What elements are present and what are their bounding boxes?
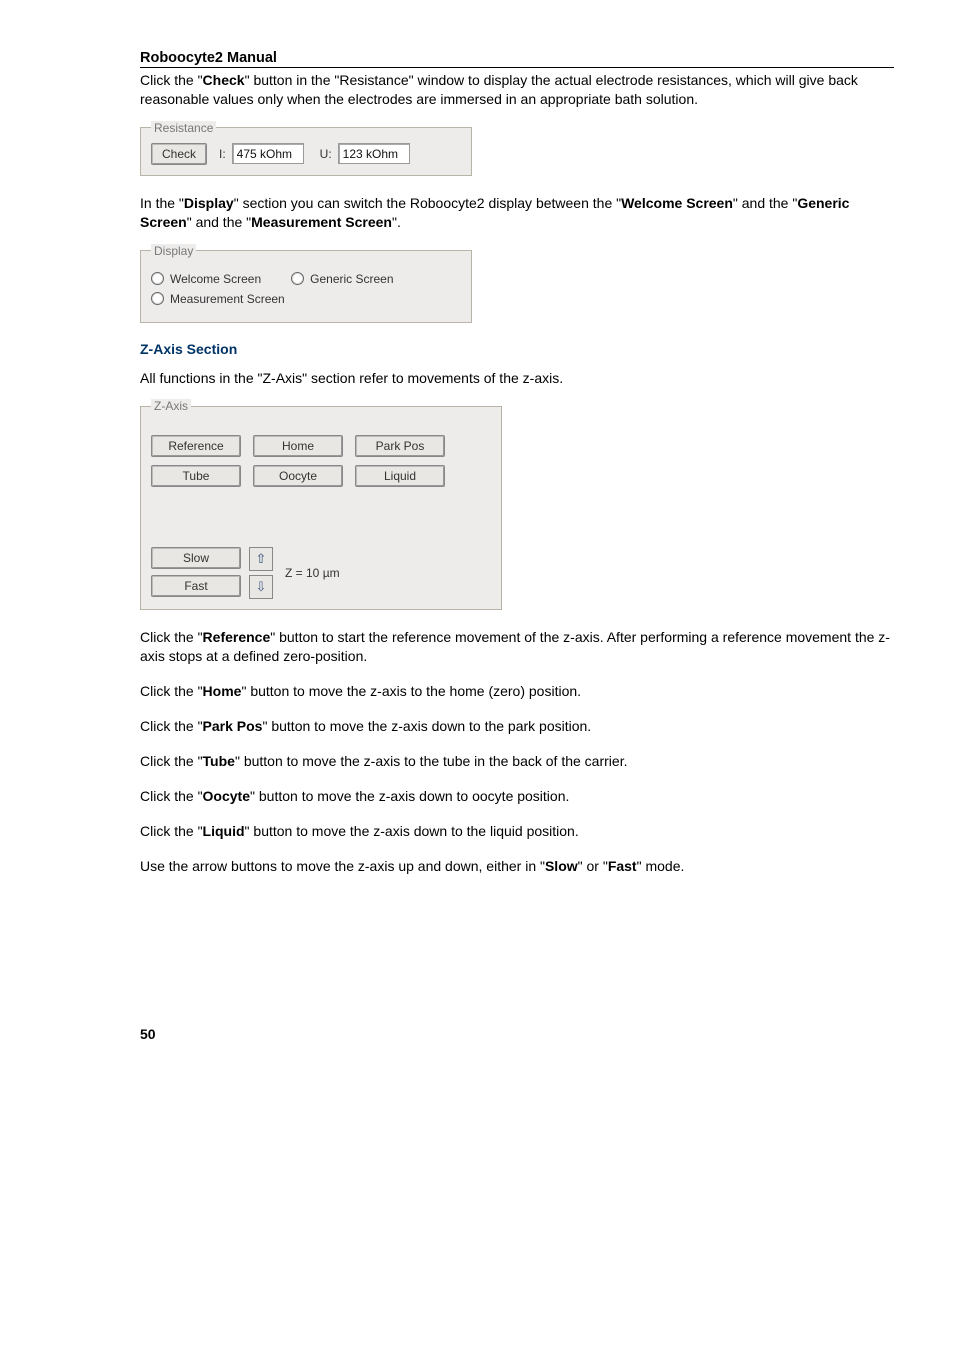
liquid-paragraph: Click the "Liquid" button to move the z-…	[140, 822, 894, 841]
oocyte-paragraph: Click the "Oocyte" button to move the z-…	[140, 787, 894, 806]
park-pos-paragraph: Click the "Park Pos" button to move the …	[140, 717, 894, 736]
text: " button in the "Resistance" window to d…	[140, 72, 858, 107]
text: " section you can switch the Roboocyte2 …	[234, 195, 621, 211]
oocyte-button[interactable]: Oocyte	[253, 465, 343, 487]
text: Use the arrow buttons to move the z-axis…	[140, 858, 545, 874]
home-paragraph: Click the "Home" button to move the z-ax…	[140, 682, 894, 701]
text: Click the "	[140, 718, 203, 734]
generic-screen-radio[interactable]	[291, 272, 304, 285]
text: ".	[392, 214, 401, 230]
text: Click the "	[140, 788, 203, 804]
measurement-screen-label: Measurement Screen	[170, 292, 285, 306]
measurement-screen-radio[interactable]	[151, 292, 164, 305]
park-pos-keyword: Park Pos	[203, 718, 263, 734]
tube-paragraph: Click the "Tube" button to move the z-ax…	[140, 752, 894, 771]
text: " mode.	[637, 858, 685, 874]
z-axis-intro-paragraph: All functions in the "Z-Axis" section re…	[140, 369, 894, 388]
display-paragraph: In the "Display" section you can switch …	[140, 194, 894, 232]
z-axis-section-heading: Z-Axis Section	[140, 341, 894, 357]
text: " and the "	[733, 195, 797, 211]
home-button[interactable]: Home	[253, 435, 343, 457]
arrow-down-button[interactable]: ⇩	[249, 575, 273, 599]
text: Click the "	[140, 823, 203, 839]
i-label: I:	[219, 147, 226, 161]
text: " button to move the z-axis down to the …	[245, 823, 579, 839]
arrow-up-icon: ⇧	[256, 551, 267, 567]
text: " or "	[578, 858, 608, 874]
i-value-field[interactable]	[232, 143, 304, 164]
text: Click the "	[140, 753, 203, 769]
reference-button[interactable]: Reference	[151, 435, 241, 457]
text: " button to move the z-axis to the tube …	[235, 753, 628, 769]
resistance-groupbox: Resistance Check I: U:	[140, 121, 472, 176]
page-header-title: Roboocyte2 Manual	[140, 50, 894, 68]
z-axis-legend: Z-Axis	[151, 399, 191, 413]
page-number: 50	[140, 1026, 894, 1042]
generic-screen-label: Generic Screen	[310, 272, 393, 286]
reference-keyword: Reference	[203, 629, 271, 645]
resistance-legend: Resistance	[151, 121, 216, 135]
display-keyword: Display	[184, 195, 234, 211]
tube-keyword: Tube	[203, 753, 235, 769]
fast-button[interactable]: Fast	[151, 575, 241, 597]
slow-button[interactable]: Slow	[151, 547, 241, 569]
reference-paragraph: Click the "Reference" button to start th…	[140, 628, 894, 666]
text: Click the "	[140, 629, 203, 645]
display-legend: Display	[151, 244, 196, 258]
welcome-screen-label: Welcome Screen	[170, 272, 261, 286]
intro-paragraph: Click the "Check" button in the "Resista…	[140, 71, 894, 109]
text: " button to move the z-axis down to oocy…	[250, 788, 569, 804]
z-position-label: Z = 10 µm	[285, 566, 340, 580]
liquid-button[interactable]: Liquid	[355, 465, 445, 487]
text: Click the "	[140, 683, 203, 699]
check-keyword: Check	[203, 72, 245, 88]
text: In the "	[140, 195, 184, 211]
display-groupbox: Display Welcome Screen Generic Screen Me…	[140, 244, 472, 323]
u-label: U:	[320, 147, 332, 161]
check-button[interactable]: Check	[151, 143, 207, 165]
arrow-up-button[interactable]: ⇧	[249, 547, 273, 571]
home-keyword: Home	[203, 683, 242, 699]
text: " and the "	[187, 214, 251, 230]
u-value-field[interactable]	[338, 143, 410, 164]
welcome-screen-radio[interactable]	[151, 272, 164, 285]
text: " button to move the z-axis down to the …	[262, 718, 591, 734]
arrow-paragraph: Use the arrow buttons to move the z-axis…	[140, 857, 894, 876]
arrow-down-icon: ⇩	[256, 579, 267, 595]
slow-keyword: Slow	[545, 858, 578, 874]
text: Click the "	[140, 72, 203, 88]
z-axis-groupbox: Z-Axis Reference Home Park Pos Tube Oocy…	[140, 399, 502, 610]
measurement-screen-keyword: Measurement Screen	[251, 214, 392, 230]
fast-keyword: Fast	[608, 858, 637, 874]
tube-button[interactable]: Tube	[151, 465, 241, 487]
liquid-keyword: Liquid	[203, 823, 245, 839]
oocyte-keyword: Oocyte	[203, 788, 250, 804]
welcome-screen-keyword: Welcome Screen	[621, 195, 733, 211]
park-pos-button[interactable]: Park Pos	[355, 435, 445, 457]
text: " button to move the z-axis to the home …	[241, 683, 581, 699]
